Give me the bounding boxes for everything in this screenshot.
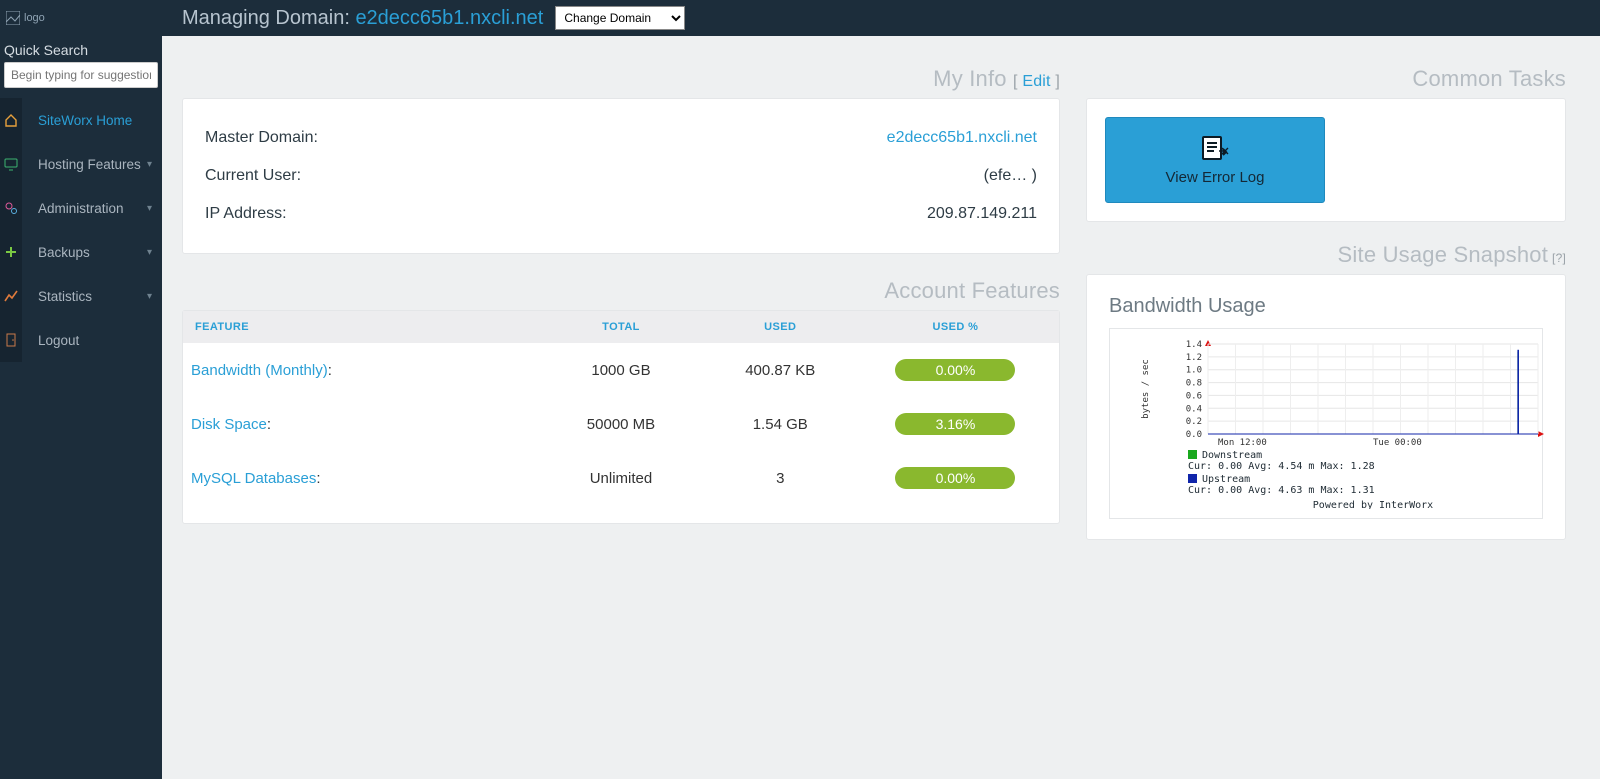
nav-label: SiteWorx Home xyxy=(38,113,152,128)
svg-text:0.6: 0.6 xyxy=(1186,391,1202,401)
nav-item-logout[interactable]: Logout xyxy=(0,318,162,362)
nav-label: Statistics xyxy=(38,289,147,304)
feature-link[interactable]: Bandwidth (Monthly) xyxy=(191,362,328,379)
bandwidth-chart: 0.0 0.2 0.4 0.6 0.8 1.0 1.2 1.4 bytes / sec Mon 1… xyxy=(1109,328,1543,519)
svg-text:Mon 12:00: Mon 12:00 xyxy=(1218,438,1267,448)
features-header: FEATURE TOTAL USED USED % xyxy=(183,311,1059,343)
change-domain-select[interactable]: Change Domain xyxy=(555,6,685,30)
account-features-panel: FEATURE TOTAL USED USED % Bandwidth (Mon… xyxy=(182,310,1060,524)
edit-link[interactable]: Edit xyxy=(1022,73,1050,90)
svg-text:0.0: 0.0 xyxy=(1186,430,1202,440)
svg-text:Powered by InterWorx: Powered by InterWorx xyxy=(1313,500,1433,509)
view-error-log-label: View Error Log xyxy=(1166,169,1265,186)
common-tasks-title: Common Tasks xyxy=(1086,66,1566,92)
content: My Info [ Edit ] Master Domain: e2decc65… xyxy=(162,36,1600,779)
nav-item-siteworx-home[interactable]: SiteWorx Home xyxy=(0,98,162,142)
svg-text:1.2: 1.2 xyxy=(1186,353,1202,363)
feature-used: 400.87 KB xyxy=(701,362,860,379)
feature-total: 1000 GB xyxy=(541,362,700,379)
svg-text:0.2: 0.2 xyxy=(1186,417,1202,427)
feature-used-pct: 0.00% xyxy=(895,359,1015,381)
sidebar: Quick Search SiteWorx Home Hosting Featur… xyxy=(0,36,162,779)
svg-text:Tue 00:00: Tue 00:00 xyxy=(1373,438,1422,448)
feature-used: 3 xyxy=(701,470,860,487)
svg-text:Upstream: Upstream xyxy=(1202,474,1250,485)
quick-search-label: Quick Search xyxy=(0,36,162,62)
feature-row: MySQL Databases:Unlimited30.00% xyxy=(183,451,1059,505)
nav-label: Backups xyxy=(38,245,147,260)
ip-address-row: IP Address: 209.87.149.211 xyxy=(205,195,1037,233)
help-icon[interactable]: [?] xyxy=(1552,251,1566,265)
managing-domain-label: Managing Domain: e2decc65b1.nxcli.net xyxy=(182,7,543,30)
cogs-icon xyxy=(0,186,22,230)
bandwidth-usage-title: Bandwidth Usage xyxy=(1109,295,1543,318)
feature-row: Bandwidth (Monthly):1000 GB400.87 KB0.00… xyxy=(183,343,1059,397)
current-user-row: Current User: (efe… ) xyxy=(205,157,1037,195)
nav-item-administration[interactable]: Administration▾ xyxy=(0,186,162,230)
common-tasks-panel: View Error Log xyxy=(1086,98,1566,222)
nav-item-backups[interactable]: Backups▾ xyxy=(0,230,162,274)
chevron-down-icon: ▾ xyxy=(147,159,152,170)
feature-link[interactable]: MySQL Databases xyxy=(191,470,316,487)
master-domain-row: Master Domain: e2decc65b1.nxcli.net xyxy=(205,119,1037,157)
nav: SiteWorx HomeHosting Features▾Administra… xyxy=(0,98,162,362)
feature-total: Unlimited xyxy=(541,470,700,487)
chevron-down-icon: ▾ xyxy=(147,291,152,302)
nav-label: Hosting Features xyxy=(38,157,147,172)
feature-row: Disk Space:50000 MB1.54 GB3.16% xyxy=(183,397,1059,451)
nav-item-statistics[interactable]: Statistics▾ xyxy=(0,274,162,318)
feature-total: 50000 MB xyxy=(541,416,700,433)
home-icon xyxy=(0,98,22,142)
chevron-down-icon: ▾ xyxy=(147,247,152,258)
nav-item-hosting-features[interactable]: Hosting Features▾ xyxy=(0,142,162,186)
master-domain-link[interactable]: e2decc65b1.nxcli.net xyxy=(887,129,1037,146)
view-error-log-button[interactable]: View Error Log xyxy=(1105,117,1325,203)
feature-used-pct: 0.00% xyxy=(895,467,1015,489)
monitor-icon xyxy=(0,142,22,186)
my-info-title: My Info [ Edit ] xyxy=(182,66,1060,92)
image-icon xyxy=(6,11,20,25)
plus-icon xyxy=(0,230,22,274)
svg-text:0.4: 0.4 xyxy=(1186,404,1202,414)
svg-text:Downstream: Downstream xyxy=(1202,450,1262,461)
feature-link[interactable]: Disk Space xyxy=(191,416,267,433)
svg-text:1.0: 1.0 xyxy=(1186,366,1202,376)
chevron-down-icon: ▾ xyxy=(147,203,152,214)
svg-text:1.4: 1.4 xyxy=(1186,340,1202,350)
svg-text:0.8: 0.8 xyxy=(1186,379,1202,389)
door-icon xyxy=(0,318,22,362)
logo-alt-text: logo xyxy=(24,12,45,24)
svg-text:Cur: 0.00 Avg: 4.54 m: Cur: 0.00 Avg: 4.54 m Max: 1.28 xyxy=(1188,461,1375,472)
svg-text:Cur: 0.00 Avg: 4.63 m: Cur: 0.00 Avg: 4.63 m Max: 1.31 xyxy=(1188,485,1375,496)
nav-label: Administration xyxy=(38,201,147,216)
site-usage-snapshot-title: Site Usage Snapshot[?] xyxy=(1086,242,1566,268)
chart-icon xyxy=(0,274,22,318)
my-info-panel: Master Domain: e2decc65b1.nxcli.net Curr… xyxy=(182,98,1060,254)
document-icon xyxy=(1200,135,1230,161)
ip-address-value: 209.87.149.211 xyxy=(927,205,1037,223)
site-usage-snapshot-panel: Bandwidth Usage 0.0 0.2 0.4 0.6 0.8 1.0 1.2 1.4… xyxy=(1086,274,1566,540)
topbar: logo Managing Domain: e2decc65b1.nxcli.n… xyxy=(0,0,1600,36)
account-features-title: Account Features xyxy=(182,278,1060,304)
feature-used: 1.54 GB xyxy=(701,416,860,433)
feature-used-pct: 3.16% xyxy=(895,413,1015,435)
logo: logo xyxy=(0,0,162,36)
managing-domain-value[interactable]: e2decc65b1.nxcli.net xyxy=(355,7,543,29)
nav-label: Logout xyxy=(38,333,152,348)
current-user-value: (efe… ) xyxy=(984,167,1037,185)
quick-search-input[interactable] xyxy=(4,62,158,88)
svg-text:bytes / sec: bytes / sec xyxy=(1141,359,1151,419)
